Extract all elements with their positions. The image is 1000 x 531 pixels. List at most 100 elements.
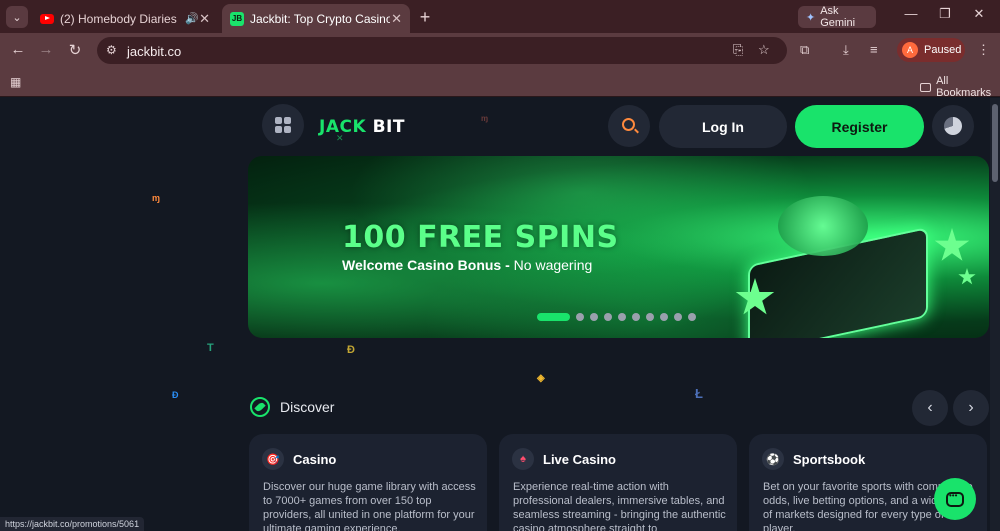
casino-icon: 🎯	[262, 448, 284, 470]
pie-chart-icon	[944, 117, 962, 135]
dogecoin-icon: Đ	[347, 344, 355, 356]
menu-button[interactable]	[262, 104, 304, 146]
carousel-dot[interactable]	[537, 313, 570, 321]
extensions-icon[interactable]: ⧉	[800, 42, 809, 58]
card-text: Discover our huge game library with acce…	[263, 481, 476, 531]
stats-button[interactable]	[932, 105, 974, 147]
litecoin-icon: Ł	[695, 386, 703, 401]
close-tab-icon[interactable]: ✕	[199, 11, 210, 27]
tab-jackbit[interactable]: JB Jackbit: Top Crypto Casino & Sportsbo…	[222, 4, 410, 33]
monero-icon: ɱ	[152, 193, 161, 203]
tab-title: (2) Homebody Diaries 🛋️ | Bedroo	[60, 11, 179, 26]
url-text[interactable]: jackbit.co	[127, 44, 181, 59]
close-tab-icon[interactable]: ✕	[391, 11, 402, 27]
browser-toolbar: ← → ↻ ⚙ jackbit.co ⎘ ☆ ⧉ ⤓ ≡ A Paused ⋮	[0, 33, 1000, 67]
live-casino-icon: ♠	[512, 448, 534, 470]
minimize-icon[interactable]: —	[900, 6, 922, 26]
carousel-dot[interactable]	[688, 313, 696, 321]
grid-icon	[275, 117, 282, 124]
logo-bit: BIT	[372, 117, 405, 137]
page-scrollbar[interactable]	[990, 98, 1000, 531]
carousel-dot[interactable]	[604, 313, 612, 321]
carousel-dot[interactable]	[646, 313, 654, 321]
carousel-dot[interactable]	[576, 313, 584, 321]
banner-title: 100 FREE SPINS	[342, 220, 619, 255]
tab-strip: ⌄ (2) Homebody Diaries 🛋️ | Bedroo 🔊 ✕ J…	[0, 0, 1000, 33]
discover-title: Discover	[280, 399, 335, 415]
star-icon	[958, 268, 976, 285]
promo-banner[interactable]: 100 FREE SPINS Welcome Casino Bonus - No…	[248, 156, 989, 338]
carousel-prev-button[interactable]: ‹	[912, 390, 948, 426]
carousel-dot[interactable]	[674, 313, 682, 321]
grid-icon	[275, 126, 282, 133]
dash-icon: Ð	[172, 390, 179, 400]
site-info-icon[interactable]: ⚙	[106, 43, 117, 57]
bookmarks-bar: ▦ All Bookmarks	[0, 67, 1000, 99]
carousel-next-button[interactable]: ›	[953, 390, 989, 426]
carousel-dots	[537, 313, 696, 321]
address-bar[interactable]: ⚙ jackbit.co ⎘ ☆	[97, 37, 787, 64]
gemini-icon: ✦	[806, 11, 816, 24]
tab-search-button[interactable]: ⌄	[6, 6, 28, 28]
search-icon-handle	[634, 128, 639, 134]
profile-button[interactable]: A Paused	[897, 38, 965, 62]
monero-small-icon: ɱ	[481, 114, 489, 123]
jackbit-favicon: JB	[230, 11, 244, 26]
compass-icon	[250, 397, 270, 417]
menu-dots-icon[interactable]: ⋮	[977, 42, 990, 58]
card-title: Sportsbook	[793, 452, 866, 467]
all-bookmarks-label: All Bookmarks	[936, 75, 992, 99]
carousel-dot[interactable]	[660, 313, 668, 321]
banner-subtitle: Welcome Casino Bonus - No wagering	[342, 257, 592, 273]
bnb-icon: ◈	[537, 373, 545, 384]
download-icon[interactable]: ⤓	[843, 42, 849, 58]
gemini-label: Ask Gemini	[820, 5, 856, 29]
card-title: Casino	[293, 452, 337, 467]
card-casino[interactable]: 🎯 Casino Discover our huge game library …	[249, 434, 487, 531]
grid-icon	[284, 117, 291, 124]
status-bar-url: https://jackbit.co/promotions/5061	[0, 517, 145, 531]
card-text: Experience real-time action with profess…	[513, 481, 726, 531]
banner-subtitle-rest: No wagering	[509, 257, 593, 273]
close-window-icon[interactable]: ✕	[968, 6, 990, 26]
forward-icon[interactable]: →	[37, 41, 55, 58]
carousel-dot[interactable]	[590, 313, 598, 321]
gift-bow	[778, 196, 868, 256]
card-title: Live Casino	[543, 452, 616, 467]
login-button[interactable]: Log In	[659, 105, 787, 148]
reload-icon[interactable]: ↻	[66, 41, 84, 59]
folder-icon	[920, 82, 932, 92]
install-app-icon[interactable]: ⎘	[733, 42, 743, 58]
chat-icon	[946, 491, 964, 507]
page-viewport: ɱ T Đ ◈ Ð Ł ɱ JACK BIT ✕ Log In Register…	[0, 98, 990, 531]
restore-icon[interactable]: ❐	[934, 6, 956, 26]
star-icon	[934, 228, 970, 261]
profile-status: Paused	[924, 44, 962, 56]
avatar: A	[902, 42, 918, 58]
bookmark-star-icon[interactable]: ☆	[758, 42, 770, 58]
grid-icon	[284, 126, 291, 133]
gift-box-illustration	[748, 196, 928, 338]
tether-icon: T	[207, 342, 214, 354]
media-queue-icon[interactable]: ≡	[870, 42, 878, 57]
sportsbook-icon: ⚽	[762, 448, 784, 470]
apps-grid-icon[interactable]: ▦	[10, 75, 21, 89]
search-button[interactable]	[608, 105, 650, 147]
register-button[interactable]: Register	[795, 105, 924, 148]
live-chat-button[interactable]	[934, 478, 976, 520]
tab-title: Jackbit: Top Crypto Casino & Sportsbo	[250, 11, 390, 26]
ask-gemini-button[interactable]: ✦ Ask Gemini	[798, 5, 876, 29]
tab-homebody-diaries[interactable]: (2) Homebody Diaries 🛋️ | Bedroo 🔊 ✕	[32, 4, 218, 33]
youtube-icon	[40, 13, 54, 24]
banner-subtitle-bold: Welcome Casino Bonus -	[342, 257, 510, 273]
jackbit-logo[interactable]: JACK BIT	[319, 117, 405, 137]
new-tab-button[interactable]: +	[416, 7, 434, 28]
card-live-casino[interactable]: ♠ Live Casino Experience real-time actio…	[499, 434, 737, 531]
all-bookmarks-button[interactable]: All Bookmarks	[920, 75, 1000, 99]
speaker-icon[interactable]: 🔊	[185, 12, 199, 25]
carousel-dot[interactable]	[632, 313, 640, 321]
scroll-thumb[interactable]	[992, 104, 998, 182]
carousel-dot[interactable]	[618, 313, 626, 321]
logo-mark-icon: ✕	[336, 133, 344, 143]
back-icon[interactable]: ←	[9, 41, 27, 58]
